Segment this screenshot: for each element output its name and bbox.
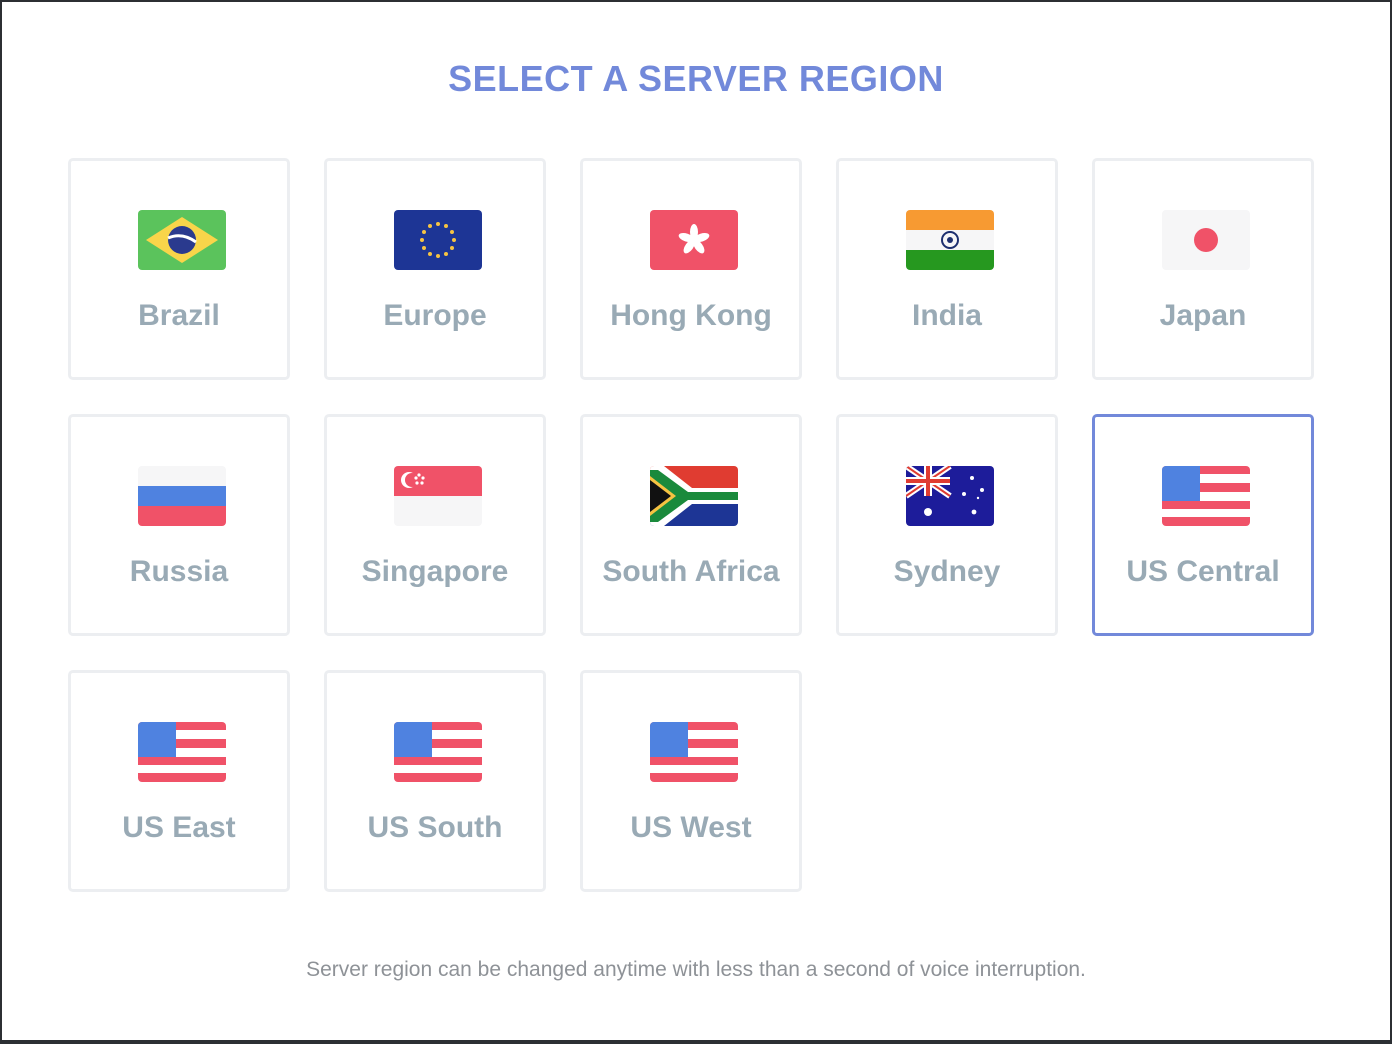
region-tile-sydney[interactable]: Sydney	[836, 414, 1058, 636]
brazil-flag-icon	[138, 210, 226, 270]
server-region-modal: SELECT A SERVER REGION Brazil Europe Hon…	[2, 2, 1390, 1040]
region-label: South Africa	[602, 555, 780, 588]
region-tile-us-west[interactable]: US West	[580, 670, 802, 892]
south-africa-flag-icon	[650, 466, 738, 526]
region-tile-india[interactable]: India	[836, 158, 1058, 380]
region-tile-japan[interactable]: Japan	[1092, 158, 1314, 380]
region-label: US West	[630, 811, 752, 844]
us-flag-icon	[1162, 466, 1250, 526]
india-flag-icon	[906, 210, 994, 270]
region-tile-us-east[interactable]: US East	[68, 670, 290, 892]
region-label: US South	[367, 811, 503, 844]
region-label: India	[911, 299, 982, 332]
us-flag-icon	[394, 722, 482, 782]
us-flag-icon	[650, 722, 738, 782]
region-label: Japan	[1159, 299, 1247, 332]
region-tile-singapore[interactable]: Singapore	[324, 414, 546, 636]
us-flag-icon	[138, 722, 226, 782]
region-label: Russia	[129, 555, 229, 588]
modal-title: SELECT A SERVER REGION	[448, 58, 944, 99]
region-tile-south-africa[interactable]: South Africa	[580, 414, 802, 636]
region-tile-hong-kong[interactable]: Hong Kong	[580, 158, 802, 380]
region-label: Sydney	[893, 555, 1001, 588]
hong-kong-flag-icon	[650, 210, 738, 270]
region-tile-europe[interactable]: Europe	[324, 158, 546, 380]
footer-note: Server region can be changed anytime wit…	[306, 958, 1086, 981]
singapore-flag-icon	[394, 466, 482, 526]
region-tile-us-central[interactable]: US Central	[1092, 414, 1314, 636]
region-tile-brazil[interactable]: Brazil	[68, 158, 290, 380]
region-tile-russia[interactable]: Russia	[68, 414, 290, 636]
eu-flag-icon	[394, 210, 482, 270]
region-label: Brazil	[138, 299, 220, 332]
region-tile-us-south[interactable]: US South	[324, 670, 546, 892]
australia-flag-icon	[906, 466, 994, 526]
japan-flag-icon	[1162, 210, 1250, 270]
russia-flag-icon	[138, 466, 226, 526]
region-label: US Central	[1126, 555, 1280, 588]
region-label: Hong Kong	[610, 299, 772, 332]
region-label: US East	[122, 811, 236, 844]
region-label: Europe	[383, 299, 487, 332]
region-label: Singapore	[361, 555, 509, 588]
